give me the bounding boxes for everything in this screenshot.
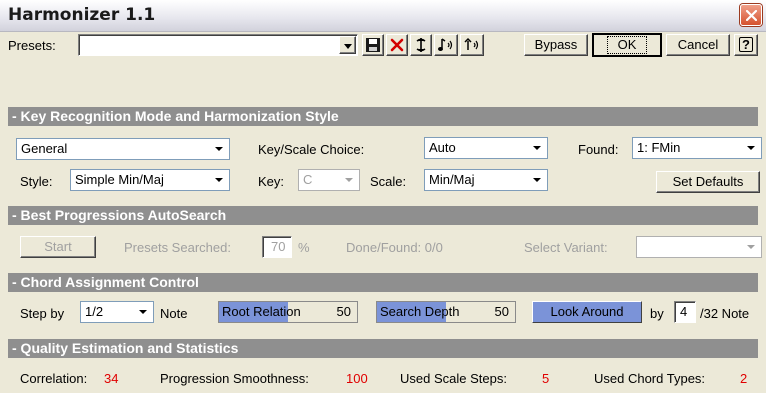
found-value: 1: FMin <box>637 140 681 155</box>
close-button[interactable] <box>740 4 762 26</box>
dropdown-arrow-icon <box>533 178 541 182</box>
ok-button-label: OK <box>606 36 648 54</box>
presets-label: Presets: <box>8 38 56 53</box>
set-defaults-button[interactable]: Set Defaults <box>656 171 760 193</box>
chord-assignment-header: - Chord Assignment Control <box>8 273 758 292</box>
dropdown-arrow-icon <box>747 245 755 249</box>
look-around-value: 4 <box>680 304 688 319</box>
found-label: Found: <box>578 142 619 157</box>
smoothness-label: Progression Smoothness: <box>160 371 309 386</box>
midi-input-toggle[interactable] <box>460 34 484 56</box>
key-value: C <box>303 172 313 187</box>
style-value: Simple Min/Maj <box>75 172 164 187</box>
search-depth-value: 50 <box>494 304 509 319</box>
scale-label: Scale: <box>370 174 407 189</box>
key-scale-choice-value: Auto <box>429 140 456 155</box>
refresh-button[interactable] <box>410 34 432 56</box>
chord-types-label: Used Chord Types: <box>594 371 706 386</box>
root-relation-slider[interactable]: Root Relation 50 <box>218 301 358 323</box>
smoothness-value: 100 <box>346 371 368 386</box>
bypass-button[interactable]: Bypass <box>524 34 588 56</box>
percent-label: % <box>298 240 310 255</box>
step-select[interactable]: 1/2 <box>80 301 154 323</box>
key-label: Key: <box>258 174 285 189</box>
scale-value: Min/Maj <box>429 172 475 187</box>
refresh-icon <box>416 38 426 52</box>
step-value: 1/2 <box>85 304 104 319</box>
done-found-label: Done/Found: 0/0 <box>346 240 443 255</box>
search-depth-label: Search Depth <box>380 304 460 319</box>
style-select[interactable]: Simple Min/Maj <box>70 169 230 191</box>
delete-preset-button[interactable] <box>386 34 408 56</box>
ok-button[interactable]: OK <box>592 33 662 57</box>
select-variant-label: Select Variant: <box>524 240 608 255</box>
root-relation-value: 50 <box>336 304 351 319</box>
look-around-button[interactable]: Look Around <box>532 301 642 323</box>
mode-select[interactable]: General <box>16 138 230 160</box>
look-around-field[interactable]: 4 <box>674 301 696 323</box>
start-button[interactable]: Start <box>20 236 96 258</box>
harmonizer-window: Harmonizer 1.1 Presets: Bypass OK Cancel… <box>0 0 766 393</box>
help-icon: ? <box>739 37 753 52</box>
dropdown-arrow-icon <box>344 44 352 49</box>
presets-searched-value: 70 <box>271 239 286 254</box>
scale-steps-label: Used Scale Steps: <box>400 371 507 386</box>
close-icon <box>746 10 757 21</box>
select-variant-select[interactable] <box>636 236 762 258</box>
presets-searched-field: 70 <box>262 236 292 258</box>
correlation-value: 34 <box>104 371 119 386</box>
dropdown-arrow-icon <box>345 178 353 182</box>
title-bar[interactable]: Harmonizer 1.1 <box>0 0 766 32</box>
scale-select[interactable]: Min/Maj <box>424 169 548 191</box>
presets-dropdown-button[interactable] <box>339 36 356 54</box>
save-preset-button[interactable] <box>362 34 384 56</box>
presets-searched-label: Presets Searched: <box>124 240 231 255</box>
root-relation-label: Root Relation <box>222 304 301 319</box>
style-label: Style: <box>20 174 53 189</box>
save-icon <box>366 38 380 52</box>
correlation-label: Correlation: <box>20 371 88 386</box>
autosearch-header: - Best Progressions AutoSearch <box>8 206 758 225</box>
key-scale-choice-label: Key/Scale Choice: <box>258 142 365 157</box>
note-label: Note <box>160 306 188 321</box>
key-scale-choice-select[interactable]: Auto <box>424 137 548 159</box>
key-select[interactable]: C <box>298 169 360 191</box>
dropdown-arrow-icon <box>533 146 541 150</box>
window-title: Harmonizer 1.1 <box>8 5 156 25</box>
quality-statistics-header: - Quality Estimation and Statistics <box>8 339 758 358</box>
chord-types-value: 2 <box>740 371 748 386</box>
mode-value: General <box>21 141 68 156</box>
found-select[interactable]: 1: FMin <box>632 137 762 159</box>
midi-note-icon <box>438 38 453 51</box>
delete-icon <box>390 38 404 52</box>
search-depth-slider[interactable]: Search Depth 50 <box>376 301 516 323</box>
cancel-button[interactable]: Cancel <box>666 34 730 56</box>
help-button[interactable]: ? <box>734 34 758 56</box>
dropdown-arrow-icon <box>747 146 755 150</box>
midi-note-toggle[interactable] <box>434 34 458 56</box>
midi-input-icon <box>464 37 479 50</box>
presets-combo[interactable] <box>78 34 358 56</box>
dropdown-arrow-icon <box>215 178 223 182</box>
dropdown-arrow-icon <box>139 310 147 314</box>
by-label: by <box>650 306 664 321</box>
scale-steps-value: 5 <box>542 371 550 386</box>
per-32-note-label: /32 Note <box>700 306 750 321</box>
step-by-label: Step by <box>20 306 65 321</box>
key-recognition-header: - Key Recognition Mode and Harmonization… <box>8 107 758 126</box>
dropdown-arrow-icon <box>215 147 223 151</box>
